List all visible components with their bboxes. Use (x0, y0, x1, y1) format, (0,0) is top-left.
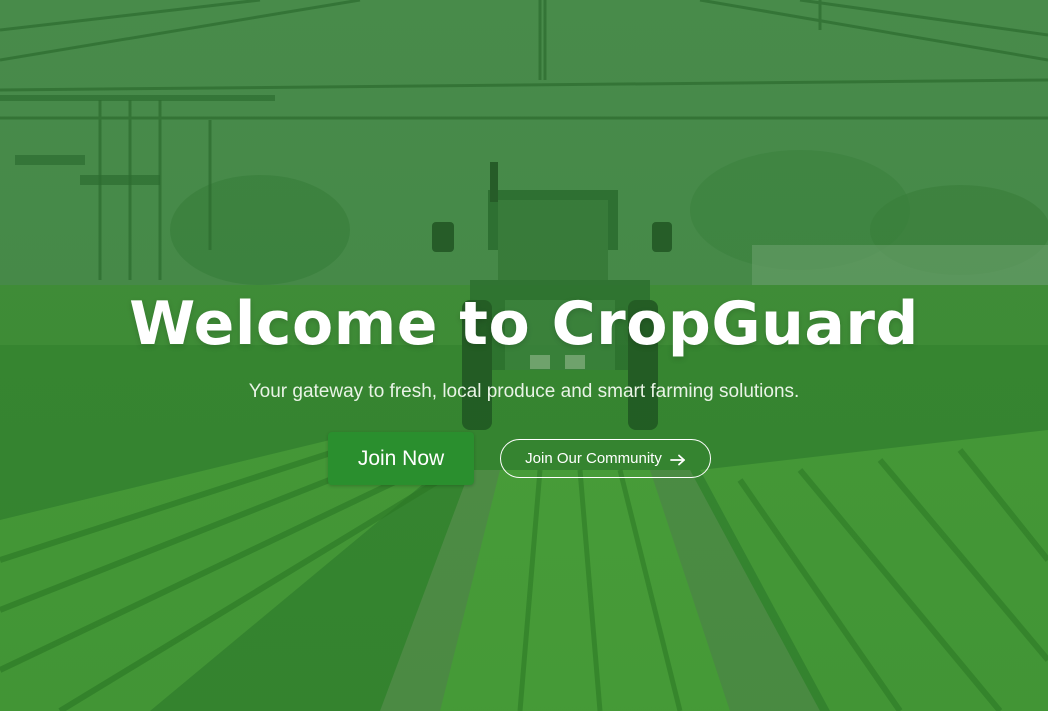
hero-actions: Join Now Join Our Community (0, 432, 1048, 486)
join-community-button[interactable]: Join Our Community (500, 439, 711, 478)
join-community-label: Join Our Community (525, 450, 662, 467)
join-now-button[interactable]: Join Now (328, 432, 474, 485)
arrow-right-icon (669, 453, 686, 465)
hero-subtitle: Your gateway to fresh, local produce and… (248, 381, 800, 402)
hero-content: Welcome to CropGuard Your gateway to fre… (0, 288, 1048, 485)
hero-title: Welcome to CropGuard (129, 289, 919, 359)
hero-section: Welcome to CropGuard Your gateway to fre… (0, 0, 1048, 711)
